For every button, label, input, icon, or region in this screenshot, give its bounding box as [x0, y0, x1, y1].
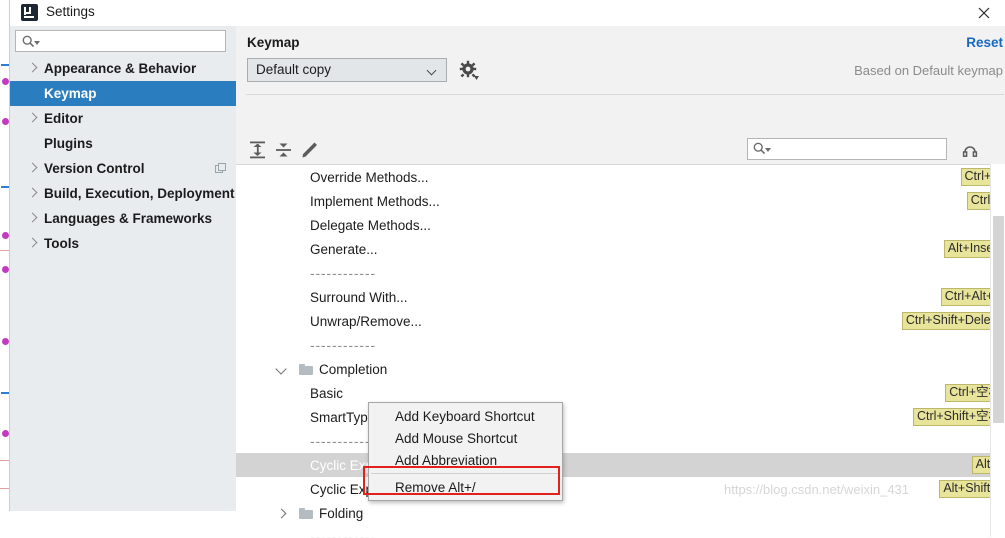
sidebar-item-build-execution-deployment[interactable]: Build, Execution, Deployment: [10, 181, 236, 206]
tree-row-label: Surround With...: [310, 290, 408, 305]
shortcut-search-input[interactable]: [774, 141, 946, 159]
reset-button[interactable]: Reset: [966, 35, 1003, 50]
tree-action-row[interactable]: Unwrap/Remove...Ctrl+Shift+Delete: [236, 309, 1005, 333]
tree-action-row[interactable]: SmartTypeCtrl+Shift+空格: [236, 405, 1005, 429]
divider: [246, 94, 1004, 95]
keymap-select[interactable]: Default copy: [247, 58, 447, 82]
tree-scrollbar-thumb[interactable]: [993, 216, 1004, 423]
chevron-right-icon: [28, 189, 38, 199]
sidebar-item-label: Editor: [44, 111, 83, 126]
sidebar-item-label: Version Control: [44, 161, 145, 176]
sidebar-item-appearance-behavior[interactable]: Appearance & Behavior: [10, 56, 236, 81]
page-title: Keymap: [247, 35, 300, 50]
tree-action-row[interactable]: Surround With...Ctrl+Alt+T: [236, 285, 1005, 309]
tree-row-label: Override Methods...: [310, 170, 429, 185]
title-bar: Settings: [10, 0, 1005, 26]
tree-row-label: Implement Methods...: [310, 194, 440, 209]
pencil-edit-icon[interactable]: [298, 138, 322, 162]
chevron-down-icon[interactable]: [276, 364, 287, 375]
tree-folder-row[interactable]: Folding: [236, 501, 1005, 525]
tree-row-label: SmartType: [310, 410, 375, 425]
sidebar-item-label: Build, Execution, Deployment: [44, 186, 235, 201]
sidebar-item-tools[interactable]: Tools: [10, 231, 236, 256]
bg-tick: [1, 186, 9, 188]
chevron-down-icon: [428, 67, 436, 75]
context-menu-item-add-abbreviation[interactable]: Add Abbreviation: [369, 449, 562, 471]
separator-dashes: ------------: [310, 338, 376, 353]
keymap-panel: Keymap Reset Default copy: [236, 26, 1005, 511]
gear-icon[interactable]: [458, 59, 480, 81]
sidebar-item-languages-frameworks[interactable]: Languages & Frameworks: [10, 206, 236, 231]
bg-tick: [1, 392, 9, 394]
chevron-right-icon: [28, 114, 38, 124]
tree-action-row[interactable]: Cyclic Expand WordAlt+/: [236, 453, 1005, 477]
tree-action-row[interactable]: Generate...Alt+Insert: [236, 237, 1005, 261]
chevron-right-icon: [28, 164, 38, 174]
tree-separator-row: ------------: [236, 333, 1005, 357]
separator-dashes: ------------: [310, 266, 376, 281]
close-icon[interactable]: [967, 0, 1001, 26]
chevron-right-icon[interactable]: [276, 508, 287, 519]
keymap-select-value: Default copy: [256, 62, 331, 77]
bg-marker: [2, 118, 9, 125]
sidebar-item-label: Plugins: [44, 136, 93, 151]
shortcut-search-box[interactable]: [747, 138, 947, 160]
context-menu: Add Keyboard ShortcutAdd Mouse ShortcutA…: [368, 402, 563, 501]
tree-action-row[interactable]: Delegate Methods...: [236, 213, 1005, 237]
tree-separator-row: ------------: [236, 429, 1005, 453]
settings-sidebar: Appearance & Behavior Keymap Editor Plugins…: [10, 26, 236, 511]
expand-all-icon[interactable]: [246, 138, 270, 162]
context-menu-separator: [371, 473, 560, 474]
sidebar-item-editor[interactable]: Editor: [10, 106, 236, 131]
context-menu-item-remove-alt[interactable]: Remove Alt+/: [369, 476, 562, 498]
chevron-right-icon: [28, 64, 38, 74]
chevron-right-icon: [28, 239, 38, 249]
collapse-all-icon[interactable]: [272, 138, 296, 162]
sidebar-search-input[interactable]: [43, 33, 225, 51]
tree-action-row[interactable]: Override Methods...Ctrl+O: [236, 165, 1005, 189]
context-menu-item-add-keyboard-shortcut[interactable]: Add Keyboard Shortcut: [369, 405, 562, 427]
bg-marker: [2, 266, 9, 273]
sidebar-item-label: Appearance & Behavior: [44, 61, 196, 76]
sidebar-item-keymap[interactable]: Keymap: [10, 81, 236, 106]
folder-icon: [299, 508, 313, 519]
tree-folder-row[interactable]: Completion: [236, 357, 1005, 381]
bg-marker: [2, 430, 9, 437]
tree-row-label: Completion: [319, 362, 387, 377]
search-dropdown-caret-icon[interactable]: [34, 41, 40, 45]
tree-row-label: Basic: [310, 386, 343, 401]
sidebar-item-plugins[interactable]: Plugins: [10, 131, 236, 156]
tree-separator-row: ------------: [236, 261, 1005, 285]
tree-action-row[interactable]: Implement Methods...Ctrl+I: [236, 189, 1005, 213]
context-menu-item-add-mouse-shortcut[interactable]: Add Mouse Shortcut: [369, 427, 562, 449]
tree-row-label: Folding: [319, 506, 363, 521]
tree-row-label: Generate...: [310, 242, 378, 257]
window-title: Settings: [46, 4, 95, 19]
bg-marker: [2, 338, 9, 345]
intellij-idea-icon: [21, 4, 38, 21]
separator-dashes: ------------: [310, 434, 376, 449]
tree-separator-row: ------------: [236, 525, 1005, 538]
bg-tick: [1, 64, 9, 66]
tree-row-label: Delegate Methods...: [310, 218, 431, 233]
folder-icon: [299, 364, 313, 375]
sidebar-item-label: Tools: [44, 236, 79, 251]
tree-action-row[interactable]: BasicCtrl+空格: [236, 381, 1005, 405]
sidebar-search-box[interactable]: [15, 30, 226, 52]
based-on-label: Based on Default keymap: [854, 63, 1003, 78]
tree-row-label: Unwrap/Remove...: [310, 314, 422, 329]
find-shortcut-icon[interactable]: [959, 138, 981, 160]
sidebar-item-label: Keymap: [44, 86, 97, 101]
bg-marker: [2, 232, 9, 239]
sidebar-item-version-control[interactable]: Version Control: [10, 156, 236, 181]
tree-scrollbar[interactable]: [990, 164, 1005, 537]
bg-marker: [2, 78, 9, 85]
settings-dialog: Settings Appearance & Behavior Keymap Edit…: [10, 0, 1005, 511]
separator-dashes: ------------: [310, 530, 376, 538]
sidebar-item-label: Languages & Frameworks: [44, 211, 212, 226]
copy-settings-icon[interactable]: [215, 163, 226, 174]
chevron-right-icon: [28, 214, 38, 224]
search-dropdown-caret-icon[interactable]: [765, 148, 771, 152]
watermark-text: https://blog.csdn.net/weixin_431: [724, 482, 909, 497]
